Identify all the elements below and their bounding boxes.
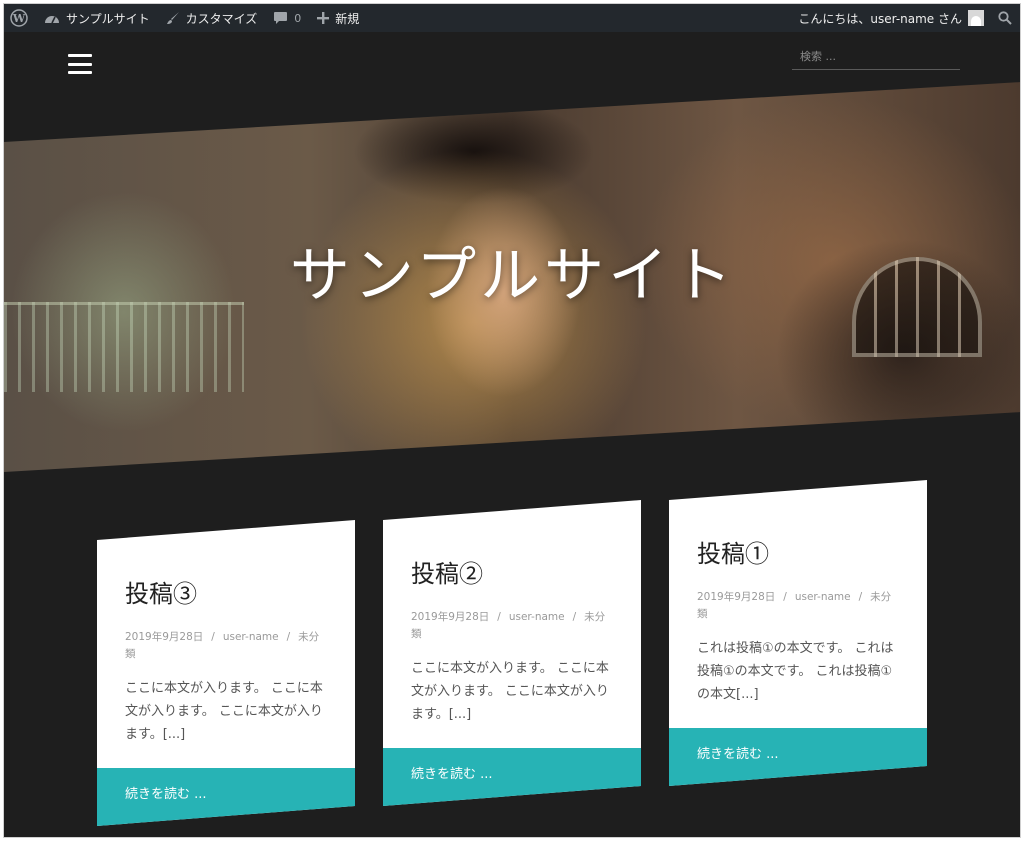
search-icon[interactable] — [998, 11, 1012, 25]
post-excerpt: ここに本文が入ります。 ここに本文が入ります。 ここに本文が入ります。[...] — [125, 681, 323, 742]
read-more-button[interactable]: 続きを読む ... — [97, 768, 355, 826]
post-author[interactable]: user-name — [795, 591, 851, 603]
wordpress-logo-button[interactable]: W — [10, 9, 28, 27]
comments-menu[interactable]: 0 — [273, 11, 301, 25]
post-card: 投稿① 2019年9月28日 / user-name / 未分類 これは投稿①の本文です… — [669, 480, 927, 786]
post-card: 投稿② 2019年9月28日 / user-name / 未分類 ここに本文が入ります。… — [383, 500, 641, 806]
dashboard-icon — [44, 11, 60, 25]
hamburger-bar — [68, 54, 92, 57]
site-name-label: サンプルサイト — [66, 11, 150, 26]
admin-bar: W サンプルサイト カスタマイズ 0 新規 こんにちは、user-name さん — [4, 4, 1020, 32]
post-meta: 2019年9月28日 / user-name / 未分類 — [697, 591, 892, 620]
browser-frame: W サンプルサイト カスタマイズ 0 新規 こんにちは、user-name さん… — [3, 3, 1021, 838]
post-date[interactable]: 2019年9月28日 — [125, 631, 203, 643]
post-author[interactable]: user-name — [223, 631, 279, 643]
customize-menu[interactable]: カスタマイズ — [166, 10, 258, 27]
site-title[interactable]: サンプルサイト — [4, 227, 1020, 314]
post-date[interactable]: 2019年9月28日 — [697, 591, 775, 603]
plus-icon — [317, 12, 330, 24]
post-excerpt: これは投稿①の本文です。 これは投稿①の本文です。 これは投稿①の本文[...] — [697, 641, 894, 702]
hamburger-bar — [68, 71, 92, 74]
wordpress-icon: W — [10, 9, 28, 27]
search-input[interactable] — [792, 44, 960, 70]
brush-icon — [166, 11, 180, 25]
post-meta: 2019年9月28日 / user-name / 未分類 — [411, 611, 606, 640]
post-title[interactable]: 投稿① — [697, 534, 899, 569]
post-date[interactable]: 2019年9月28日 — [411, 611, 489, 623]
greeting-label: こんにちは、user-name さん — [798, 11, 962, 26]
post-card: 投稿③ 2019年9月28日 / user-name / 未分類 ここに本文が入ります。… — [97, 520, 355, 826]
menu-toggle-button[interactable] — [68, 54, 92, 74]
new-content-label: 新規 — [335, 11, 360, 26]
customize-label: カスタマイズ — [185, 11, 258, 26]
post-title[interactable]: 投稿③ — [125, 574, 327, 609]
post-excerpt: ここに本文が入ります。 ここに本文が入ります。 ここに本文が入ります。[...] — [411, 661, 609, 722]
post-meta: 2019年9月28日 / user-name / 未分類 — [125, 631, 320, 660]
comments-count: 0 — [294, 11, 302, 25]
comment-icon — [273, 11, 288, 25]
post-title[interactable]: 投稿② — [411, 554, 613, 589]
avatar — [968, 10, 984, 26]
my-account-menu[interactable]: こんにちは、user-name さん — [798, 10, 984, 27]
site-name-menu[interactable]: サンプルサイト — [44, 10, 150, 27]
admin-bar-right: こんにちは、user-name さん — [798, 10, 1020, 27]
new-content-menu[interactable]: 新規 — [317, 10, 359, 27]
post-author[interactable]: user-name — [509, 611, 565, 623]
svg-text:W: W — [12, 12, 26, 25]
hero-banner: サンプルサイト — [4, 82, 1020, 472]
read-more-button[interactable]: 続きを読む ... — [383, 748, 641, 806]
hero-background-image — [4, 302, 244, 392]
hamburger-bar — [68, 62, 92, 66]
read-more-button[interactable]: 続きを読む ... — [669, 728, 927, 786]
